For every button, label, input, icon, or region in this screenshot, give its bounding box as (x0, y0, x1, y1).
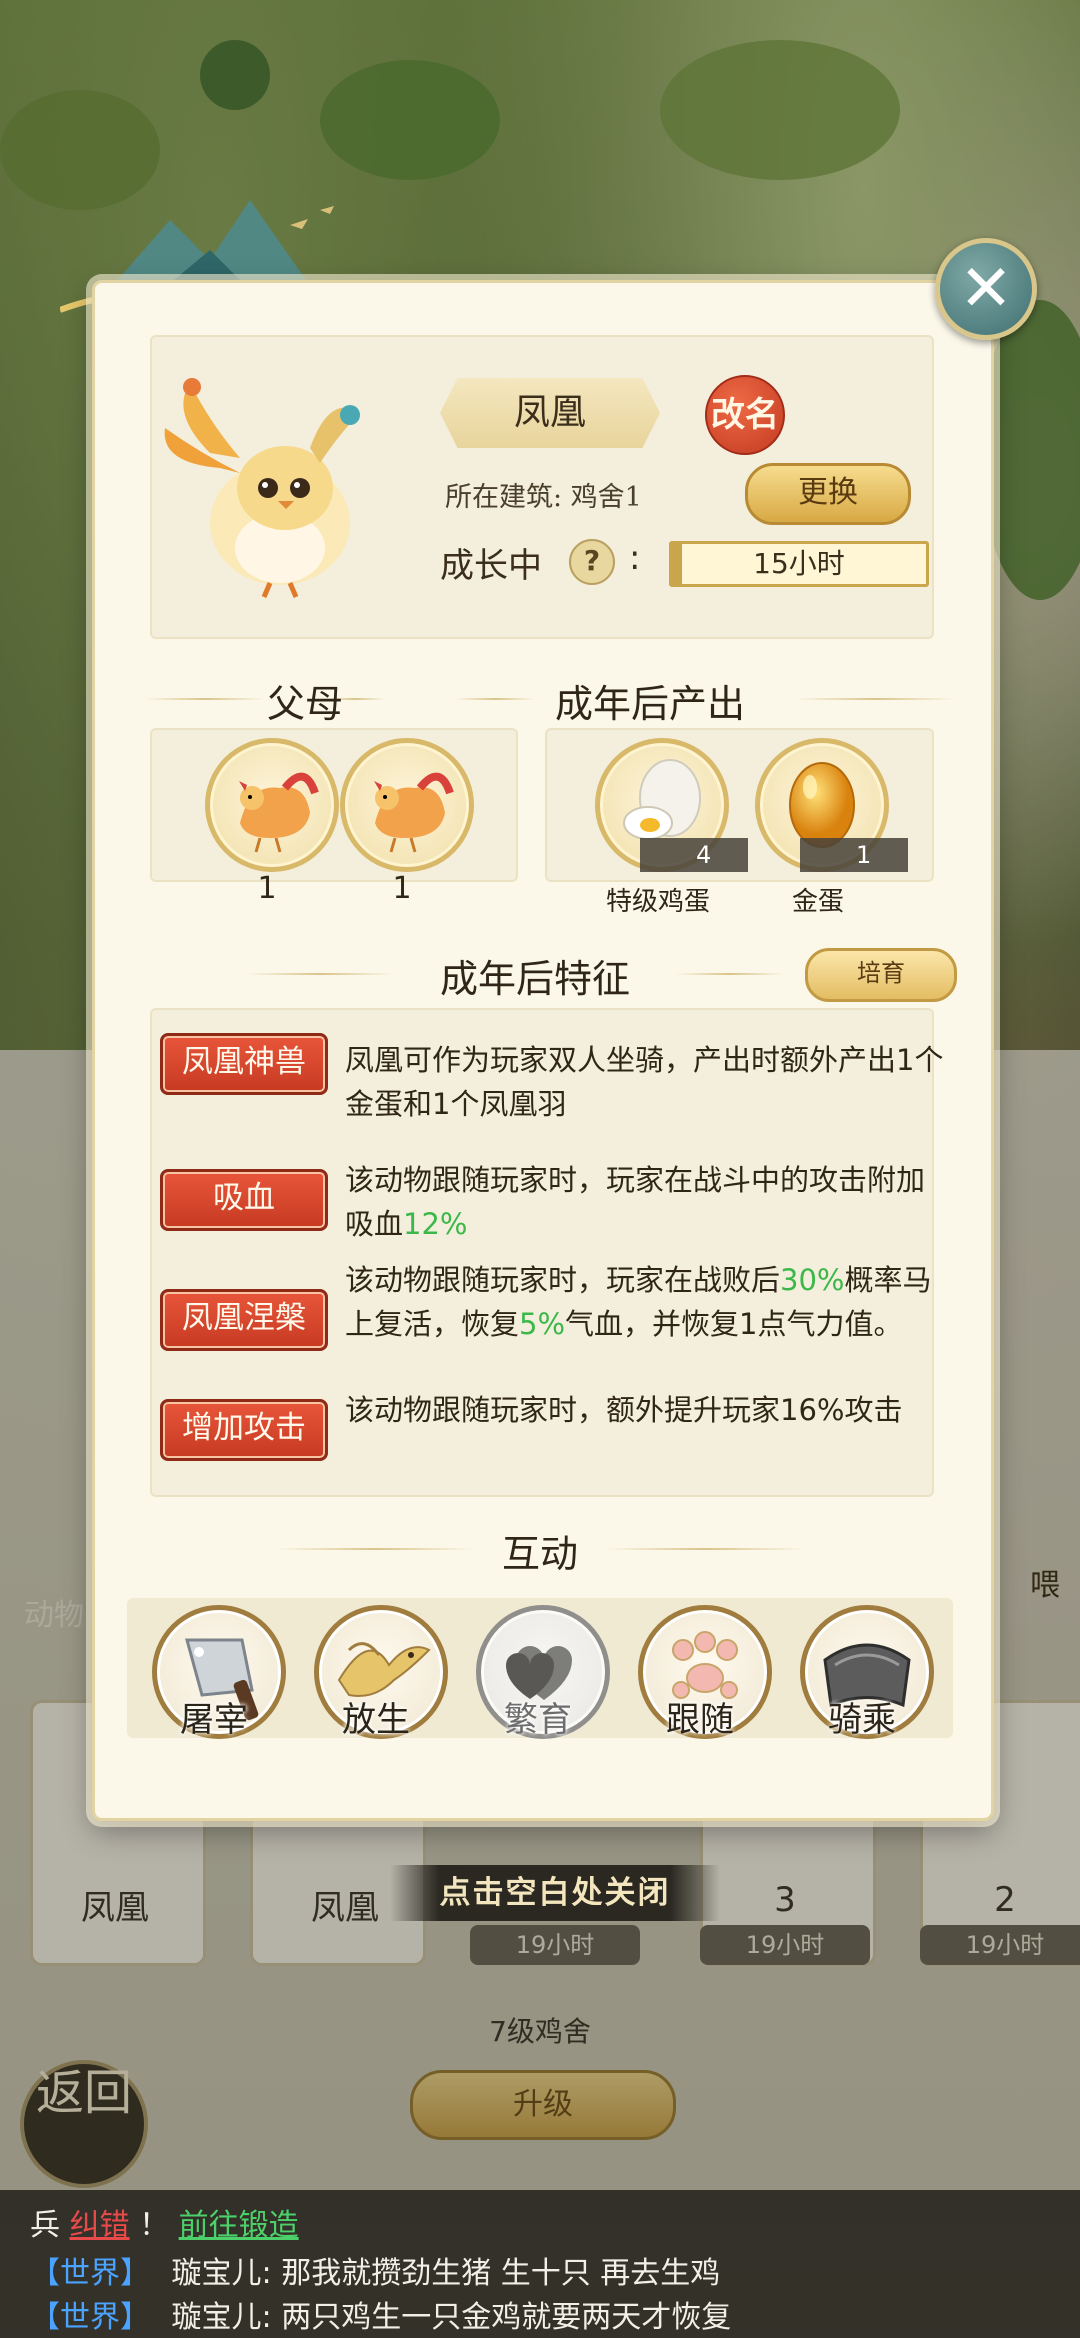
slaughter-label: 屠宰 (180, 1700, 248, 1740)
chat-sender: 兵 (30, 2208, 60, 2243)
chat-channel: 【世界】 (30, 2256, 150, 2291)
chat-sender: 璇宝儿: (171, 2300, 272, 2335)
chat-text: 那我就攒劲生猪 生十只 再去生鸡 (281, 2256, 721, 2291)
chat-link[interactable]: 纠错 (70, 2208, 130, 2243)
close-icon: ✕ (959, 252, 1013, 326)
close-hint: 点击空白处关闭 (390, 1865, 720, 1921)
chat-line: 兵 纠错 ！ 前往锻造 (30, 2200, 299, 2244)
follow-label: 跟随 (666, 1700, 734, 1740)
chat-text: ！ (139, 2208, 170, 2243)
breed-action-label: 繁育 (504, 1700, 572, 1740)
chat-sender: 璇宝儿: (171, 2256, 272, 2291)
ride-label: 骑乘 (828, 1700, 896, 1740)
chat-line: 【世界】 璇宝儿: 那我就攒劲生猪 生十只 再去生鸡 (30, 2248, 720, 2292)
close-button[interactable]: ✕ (935, 238, 1037, 340)
forge-link[interactable]: 前往锻造 (179, 2208, 299, 2243)
chat-channel: 【世界】 (30, 2300, 150, 2335)
chat-panel[interactable]: 兵 纠错 ！ 前往锻造 【世界】 璇宝儿: 那我就攒劲生猪 生十只 再去生鸡 【… (0, 2190, 1080, 2338)
chat-line: 【世界】 璇宝儿: 两只鸡生一只金鸡就要两天才恢复 (30, 2292, 731, 2336)
interaction-row: 屠宰 放生 繁育 跟随 骑乘 (92, 280, 988, 1815)
chat-text: 两只鸡生一只金鸡就要两天才恢复 (281, 2300, 732, 2335)
release-label: 放生 (342, 1700, 410, 1740)
